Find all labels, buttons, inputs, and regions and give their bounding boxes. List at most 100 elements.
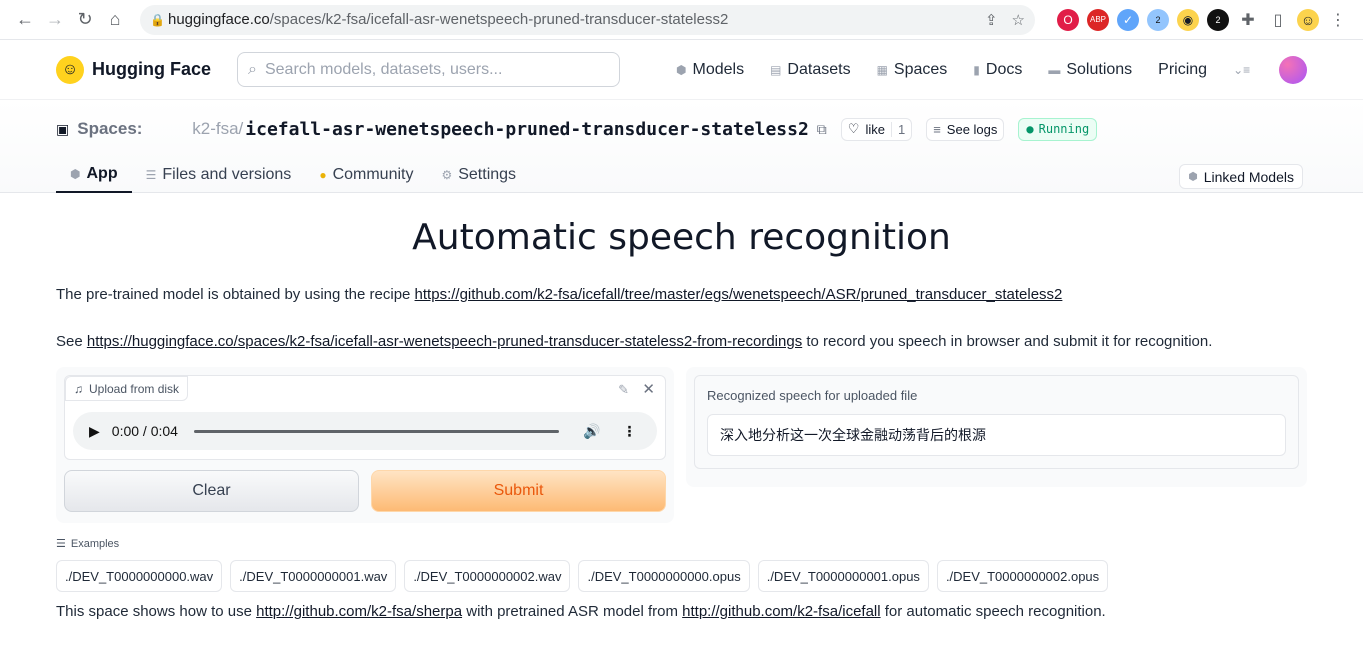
page-title: Automatic speech recognition — [412, 217, 951, 258]
book-icon: ▮ — [973, 62, 980, 77]
player-more-icon[interactable]: ⋮ — [622, 423, 636, 440]
nav-datasets-label: Datasets — [787, 60, 851, 78]
heart-icon: ♡ — [847, 121, 860, 136]
clear-button[interactable]: Clear — [64, 470, 359, 512]
space-header: ▣ Spaces: k2-fsa / icefall-asr-wenetspee… — [0, 100, 1363, 193]
example-item[interactable]: ./DEV_T0000000000.wav — [56, 560, 223, 592]
database-icon: ▤ — [770, 62, 782, 77]
footer-prefix: This space shows how to use — [56, 603, 257, 620]
examples-label: Examples — [70, 537, 120, 550]
see-logs-button[interactable]: ≡ See logs — [926, 117, 1005, 141]
audio-upload-box: ♫ Upload from disk ✎ ✕ ▶ 0:00 / 0:04 🔊 ⋮ — [64, 375, 666, 460]
space-tabs: ⬢ App ☰ Files and versions ● Community ⚙ Set… — [56, 156, 1307, 193]
space-repo-name[interactable]: icefall-asr-wenetspeech-pruned-transduce… — [245, 119, 809, 140]
path-separator: / — [238, 119, 244, 138]
cube-icon: ⬢ — [1188, 171, 1198, 183]
close-icon[interactable]: ✕ — [642, 380, 655, 398]
extension-badge-icon[interactable]: 2 — [1147, 8, 1169, 31]
tab-settings-label: Settings — [458, 165, 517, 183]
reload-icon[interactable]: ↻ — [70, 5, 100, 35]
submit-button[interactable]: Submit — [371, 470, 666, 512]
search-box[interactable]: ⌕ — [237, 52, 621, 87]
app-content: Automatic speech recognition The pre-tra… — [0, 217, 1363, 620]
examples-header: ☰ Examples — [56, 537, 1307, 551]
back-icon[interactable]: ← — [10, 5, 40, 35]
icefall-link[interactable]: http://github.com/k2-fsa/icefall — [682, 603, 880, 620]
play-icon[interactable]: ▶ — [89, 423, 100, 440]
brand-name: Hugging Face — [92, 59, 212, 79]
extensions-bar: O ABP ✓ 2 ◉ 2 ✚ ▯ ☺ ⋮ — [1057, 8, 1349, 31]
intro-text: The pre-trained model is obtained by usi… — [56, 286, 1307, 303]
like-count: 1 — [890, 121, 911, 137]
example-item[interactable]: ./DEV_T0000000001.wav — [230, 560, 397, 592]
see-prefix: See — [56, 333, 87, 350]
input-panel: ♫ Upload from disk ✎ ✕ ▶ 0:00 / 0:04 🔊 ⋮ … — [56, 367, 674, 523]
recordings-link[interactable]: https://huggingface.co/spaces/k2-fsa/ice… — [87, 333, 802, 350]
cookie-extension-icon[interactable]: ◉ — [1177, 8, 1199, 31]
address-bar[interactable]: 🔒 huggingface.co/spaces/k2-fsa/icefall-a… — [140, 4, 1035, 35]
footer-text: This space shows how to use http://githu… — [56, 603, 1307, 620]
nav-pricing-label: Pricing — [1158, 60, 1208, 78]
tab-settings[interactable]: ⚙ Settings — [427, 156, 530, 193]
gear-icon: ⚙ — [441, 167, 453, 182]
extension-badge-icon-2[interactable]: 2 — [1207, 8, 1229, 31]
tab-community-label: Community — [332, 165, 414, 183]
spaces-label[interactable]: Spaces: — [77, 119, 192, 139]
example-item[interactable]: ./DEV_T0000000001.opus — [757, 560, 929, 592]
output-textbox[interactable]: 深入地分析这一次全球金融动荡背后的根源 — [707, 414, 1286, 456]
example-item[interactable]: ./DEV_T0000000002.opus — [936, 560, 1109, 592]
player-seek-bar[interactable] — [193, 429, 559, 433]
tab-files[interactable]: ☰ Files and versions — [132, 156, 306, 193]
nav-spaces[interactable]: ▦ Spaces — [877, 61, 948, 79]
tab-app-label: App — [86, 164, 118, 182]
tab-community[interactable]: ● Community — [305, 156, 427, 193]
like-button[interactable]: ♡ like 1 — [840, 117, 913, 141]
nav-models[interactable]: ⬢ Models — [676, 61, 744, 79]
copy-icon[interactable]: ⧉ — [817, 121, 827, 138]
nav-pricing[interactable]: Pricing — [1158, 61, 1207, 79]
nav-docs[interactable]: ▮ Docs — [973, 61, 1022, 79]
forward-icon[interactable]: → — [40, 5, 70, 35]
see-text: See https://huggingface.co/spaces/k2-fsa… — [56, 333, 1307, 350]
community-icon: ● — [319, 167, 327, 182]
user-avatar[interactable] — [1279, 55, 1307, 84]
example-item[interactable]: ./DEV_T0000000002.wav — [404, 560, 571, 592]
sherpa-link[interactable]: http://github.com/k2-fsa/sherpa — [256, 603, 462, 620]
examples-list: ./DEV_T0000000000.wav ./DEV_T0000000001.… — [56, 560, 1307, 592]
space-org[interactable]: k2-fsa — [192, 119, 238, 139]
nav-models-label: Models — [692, 60, 745, 78]
recipe-link[interactable]: https://github.com/k2-fsa/icefall/tree/m… — [415, 286, 1063, 303]
home-icon[interactable]: ⌂ — [100, 5, 130, 35]
intro-prefix: The pre-trained model is obtained by usi… — [56, 286, 415, 303]
like-label: like — [865, 121, 885, 137]
search-input[interactable] — [264, 60, 595, 79]
brand-logo[interactable]: ☺ Hugging Face — [56, 55, 212, 84]
tab-app[interactable]: ⬢ App — [56, 156, 132, 193]
profile-emoji-icon[interactable]: ☺ — [1297, 8, 1319, 31]
edit-icon[interactable]: ✎ — [618, 382, 629, 398]
linked-models-button[interactable]: ⬢ Linked Models — [1179, 164, 1303, 189]
opera-extension-icon[interactable]: O — [1057, 8, 1079, 31]
menu-dots-icon[interactable]: ⋮ — [1327, 9, 1349, 31]
adblock-extension-icon[interactable]: ABP — [1087, 8, 1109, 31]
main-nav: ⬢ Models ▤ Datasets ▦ Spaces ▮ Docs ▬ Solutio… — [676, 61, 1250, 79]
share-icon[interactable]: ⇪ — [985, 11, 998, 29]
search-icon: ⌕ — [248, 60, 257, 78]
puzzle-icon[interactable]: ✚ — [1237, 9, 1259, 31]
site-header: ☺ Hugging Face ⌕ ⬢ Models ▤ Datasets ▦ Spac… — [0, 40, 1363, 100]
volume-icon[interactable]: 🔊 — [583, 423, 600, 440]
cube-icon: ⬢ — [70, 166, 81, 181]
nav-datasets[interactable]: ▤ Datasets — [770, 61, 850, 79]
bookmark-star-icon[interactable]: ☆ — [1012, 11, 1025, 29]
nav-more[interactable]: ⌄≡ — [1233, 63, 1250, 77]
nav-solutions[interactable]: ▬ Solutions — [1048, 61, 1132, 79]
status-badge: ● Running — [1018, 117, 1098, 141]
example-item[interactable]: ./DEV_T0000000000.opus — [578, 560, 750, 592]
extension-icon[interactable]: ✓ — [1117, 8, 1139, 31]
spaces-icon: ▣ — [56, 120, 70, 137]
files-icon: ☰ — [145, 167, 157, 182]
upload-label-text: Upload from disk — [89, 381, 180, 396]
lock-icon: 🔒 — [150, 12, 165, 27]
audio-player: ▶ 0:00 / 0:04 🔊 ⋮ — [73, 412, 657, 450]
sidebar-icon[interactable]: ▯ — [1267, 9, 1289, 31]
